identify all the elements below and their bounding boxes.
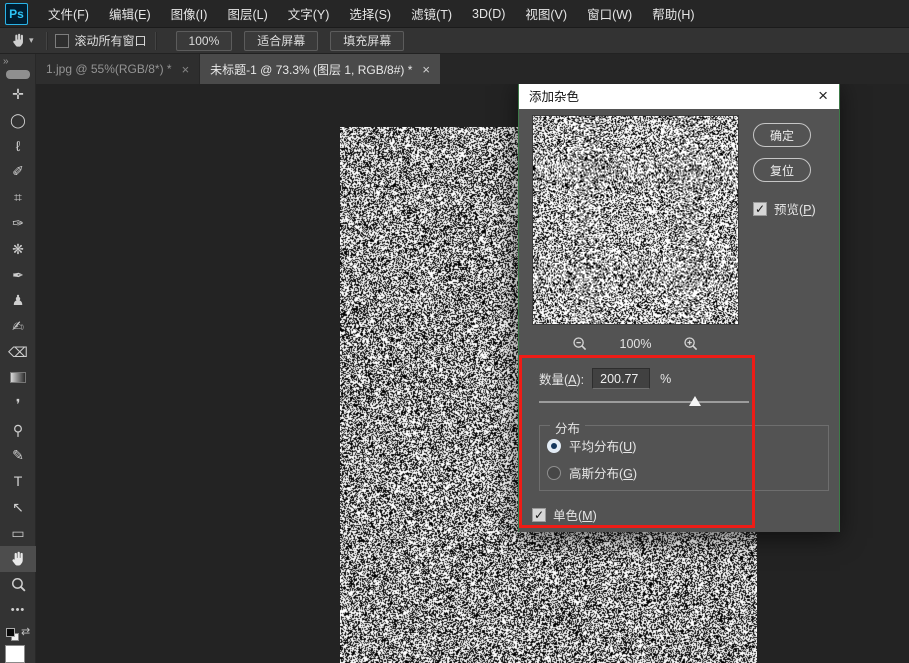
tab-label: 未标题-1 @ 73.3% (图层 1, RGB/8#) * bbox=[210, 61, 412, 78]
lasso-tool[interactable]: ℓ bbox=[0, 133, 36, 159]
quick-selection-tool[interactable]: ✐ bbox=[0, 158, 36, 184]
marquee-tool[interactable]: ◯ bbox=[0, 107, 36, 133]
hand-tool-selected[interactable] bbox=[0, 546, 36, 572]
menu-type[interactable]: 文字(Y) bbox=[278, 0, 340, 28]
preview-zoom-controls: 100% bbox=[532, 333, 739, 355]
foreground-color-swatch[interactable] bbox=[6, 628, 15, 637]
close-icon[interactable]: × bbox=[182, 62, 190, 77]
gradient-tool[interactable] bbox=[0, 365, 36, 391]
reset-button[interactable]: 复位 bbox=[753, 158, 811, 182]
menu-window[interactable]: 窗口(W) bbox=[577, 0, 642, 28]
eyedropper-tool[interactable]: ✑ bbox=[0, 210, 36, 236]
menu-file[interactable]: 文件(F) bbox=[38, 0, 99, 28]
blur-tool[interactable]: ❜ bbox=[0, 391, 36, 417]
crop-tool[interactable]: ⌗ bbox=[0, 184, 36, 210]
clone-stamp-tool[interactable]: ♟ bbox=[0, 288, 36, 314]
preview-checkbox[interactable]: ✓ bbox=[753, 202, 767, 216]
menu-help[interactable]: 帮助(H) bbox=[642, 0, 704, 28]
panel-grip[interactable] bbox=[6, 70, 30, 79]
type-tool[interactable]: T bbox=[0, 468, 36, 494]
annotation-rectangle bbox=[519, 355, 755, 528]
tab-untitled-1[interactable]: 未标题-1 @ 73.3% (图层 1, RGB/8#) * × bbox=[200, 54, 440, 84]
pen-tool[interactable]: ✎ bbox=[0, 443, 36, 469]
divider bbox=[155, 32, 156, 50]
dialog-title-bar[interactable]: 添加杂色 × bbox=[519, 81, 839, 109]
divider bbox=[46, 32, 47, 50]
tool-bar: » ✛ ◯ ℓ ✐ ⌗ ✑ ❋ ✒ ♟ ✍ ⌫ ❜ ⚲ ✎ T ↖ ▭ ••• … bbox=[0, 54, 36, 663]
fit-screen-button[interactable]: 适合屏幕 bbox=[244, 31, 318, 51]
options-bar: ▾ 滚动所有窗口 100% 适合屏幕 填充屏幕 bbox=[0, 28, 909, 54]
document-tabs: 1.jpg @ 55%(RGB/8*) * × 未标题-1 @ 73.3% (图… bbox=[36, 54, 909, 84]
menu-3d[interactable]: 3D(D) bbox=[462, 0, 515, 28]
photoshop-logo-icon: Ps bbox=[5, 3, 28, 25]
eraser-tool[interactable]: ⌫ bbox=[0, 339, 36, 365]
color-swatches[interactable]: ⇄ bbox=[4, 627, 34, 643]
menu-view[interactable]: 视图(V) bbox=[515, 0, 577, 28]
preview-zoom-level: 100% bbox=[620, 337, 652, 351]
scroll-all-windows-label: 滚动所有窗口 bbox=[75, 32, 147, 49]
menu-bar: Ps 文件(F) 编辑(E) 图像(I) 图层(L) 文字(Y) 选择(S) 滤… bbox=[0, 0, 909, 28]
tab-1jpg[interactable]: 1.jpg @ 55%(RGB/8*) * × bbox=[36, 54, 199, 84]
menu-layer[interactable]: 图层(L) bbox=[217, 0, 277, 28]
path-select-tool[interactable]: ↖ bbox=[0, 494, 36, 520]
zoom-out-icon[interactable] bbox=[572, 336, 588, 352]
check-icon: ✓ bbox=[755, 203, 765, 215]
close-icon[interactable]: × bbox=[818, 87, 828, 104]
ok-button[interactable]: 确定 bbox=[753, 123, 811, 147]
noise-preview[interactable] bbox=[532, 115, 739, 325]
zoom-tool[interactable] bbox=[0, 572, 36, 598]
foreground-color-large-swatch[interactable] bbox=[5, 645, 25, 663]
collapse-panel-icon[interactable]: » bbox=[0, 54, 35, 67]
preview-checkbox-row: ✓ 预览(P) bbox=[753, 199, 816, 218]
menu-select[interactable]: 选择(S) bbox=[339, 0, 401, 28]
zoom-100-button[interactable]: 100% bbox=[176, 31, 233, 51]
zoom-in-icon[interactable] bbox=[683, 336, 699, 352]
close-icon[interactable]: × bbox=[422, 62, 430, 77]
fill-screen-button[interactable]: 填充屏幕 bbox=[330, 31, 404, 51]
rectangle-tool[interactable]: ▭ bbox=[0, 520, 36, 546]
tab-label: 1.jpg @ 55%(RGB/8*) * bbox=[46, 62, 172, 76]
more-tools[interactable]: ••• bbox=[0, 598, 36, 624]
menu-filter[interactable]: 滤镜(T) bbox=[401, 0, 462, 28]
preview-label: 预览(P) bbox=[774, 199, 816, 218]
gradient-icon bbox=[10, 372, 26, 383]
hand-tool-icon[interactable] bbox=[10, 32, 27, 49]
menu-image[interactable]: 图像(I) bbox=[161, 0, 218, 28]
dialog-title: 添加杂色 bbox=[529, 86, 818, 105]
dodge-tool[interactable]: ⚲ bbox=[0, 417, 36, 443]
photoshop-window: Ps 文件(F) 编辑(E) 图像(I) 图层(L) 文字(Y) 选择(S) 滤… bbox=[0, 0, 909, 663]
brush-tool[interactable]: ✒ bbox=[0, 262, 36, 288]
move-tool[interactable]: ✛ bbox=[0, 81, 36, 107]
menu-edit[interactable]: 编辑(E) bbox=[99, 0, 161, 28]
history-brush-tool[interactable]: ✍ bbox=[0, 313, 36, 339]
scroll-all-windows-checkbox[interactable] bbox=[55, 34, 69, 48]
chevron-down-icon[interactable]: ▾ bbox=[29, 35, 34, 46]
swap-colors-icon[interactable]: ⇄ bbox=[21, 625, 30, 638]
spot-healing-tool[interactable]: ❋ bbox=[0, 236, 36, 262]
